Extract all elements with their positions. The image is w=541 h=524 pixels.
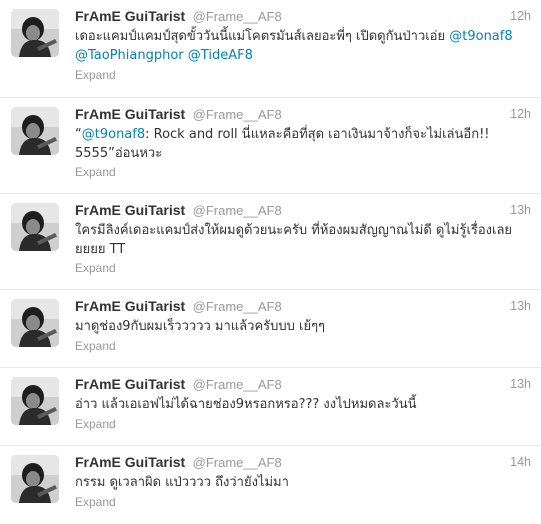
tweet-header: FrAmE GuiTarist @Frame__AF8 13h (75, 202, 531, 220)
tweet-username[interactable]: @Frame__AF8 (193, 9, 282, 24)
tweet-text-segment: เดอะแคมป์แคมป์สุดขั้ววันนี้แม่โคตรมันส์เ… (75, 29, 450, 44)
avatar[interactable] (11, 107, 59, 155)
avatar[interactable] (11, 377, 59, 425)
tweet-fullname[interactable]: FrAmE GuiTarist (75, 8, 185, 24)
tweet-text: “@t9onaf8: Rock and roll นี่แหละคือที่สุ… (75, 125, 530, 163)
tweet-header: FrAmE GuiTarist @Frame__AF8 13h (75, 376, 531, 394)
tweet-stream: FrAmE GuiTarist @Frame__AF8 12h เดอะแคมป… (0, 0, 541, 524)
tweet-username[interactable]: @Frame__AF8 (193, 377, 282, 392)
tweet-fullname[interactable]: FrAmE GuiTarist (75, 106, 185, 122)
tweet-timestamp[interactable]: 14h (510, 455, 531, 469)
tweet-timestamp[interactable]: 12h (510, 9, 531, 23)
tweet-username[interactable]: @Frame__AF8 (193, 203, 282, 218)
tweet-username[interactable]: @Frame__AF8 (193, 299, 282, 314)
tweet-item[interactable]: FrAmE GuiTarist @Frame__AF8 12h เดอะแคมป… (0, 0, 541, 98)
avatar-photo-icon (11, 455, 59, 503)
expand-link[interactable]: Expand (75, 68, 116, 82)
tweet-item[interactable]: FrAmE GuiTarist @Frame__AF8 13h มาดูช่อง… (0, 290, 541, 368)
tweet-username[interactable]: @Frame__AF8 (193, 455, 282, 470)
tweet-timestamp[interactable]: 12h (510, 107, 531, 121)
tweet-timestamp[interactable]: 13h (510, 299, 531, 313)
avatar-photo-icon (11, 377, 59, 425)
avatar[interactable] (11, 9, 59, 57)
mention-link[interactable]: @t9onaf8 (82, 127, 145, 142)
tweet-item[interactable]: FrAmE GuiTarist @Frame__AF8 12h “@t9onaf… (0, 98, 541, 194)
tweet-text: เดอะแคมป์แคมป์สุดขั้ววันนี้แม่โคตรมันส์เ… (75, 27, 530, 65)
tweet-item[interactable]: FrAmE GuiTarist @Frame__AF8 13h ใครมีลิง… (0, 194, 541, 290)
avatar[interactable] (11, 455, 59, 503)
mention-link[interactable]: @TaoPhiangphor (75, 48, 184, 63)
expand-link[interactable]: Expand (75, 339, 116, 353)
mention-link[interactable]: @t9onaf8 (449, 29, 512, 44)
tweet-header: FrAmE GuiTarist @Frame__AF8 12h (75, 106, 531, 124)
expand-link[interactable]: Expand (75, 495, 116, 509)
avatar-photo-icon (11, 299, 59, 347)
tweet-text: มาดูช่อง9กับผมเร็ววววว มาแล้วครับบบ เย้ๆ… (75, 319, 326, 334)
tweet-fullname[interactable]: FrAmE GuiTarist (75, 202, 185, 218)
expand-link[interactable]: Expand (75, 261, 116, 275)
tweet-text: ใครมีลิงค์เดอะแคมป์ส่งให้ผมดูด้วยนะครับ … (75, 223, 513, 257)
tweet-item[interactable]: FrAmE GuiTarist @Frame__AF8 13h อ่าว แล้… (0, 368, 541, 446)
expand-link[interactable]: Expand (75, 417, 116, 431)
tweet-header: FrAmE GuiTarist @Frame__AF8 14h (75, 454, 531, 472)
tweet-text: กรรม ดูเวลาผิด แป่วววว ถึงว่ายังไม่มา (75, 475, 289, 490)
mention-link[interactable]: @TideAF8 (188, 48, 253, 63)
tweet-header: FrAmE GuiTarist @Frame__AF8 13h (75, 298, 531, 316)
tweet-fullname[interactable]: FrAmE GuiTarist (75, 298, 185, 314)
tweet-fullname[interactable]: FrAmE GuiTarist (75, 454, 185, 470)
tweet-timestamp[interactable]: 13h (510, 203, 531, 217)
tweet-text-segment: “ (75, 127, 82, 142)
tweet-text: อ่าว แล้วเอเอฟไม่ได้ฉายช่อง9หรอกหรอ??? ง… (75, 397, 417, 412)
tweet-fullname[interactable]: FrAmE GuiTarist (75, 376, 185, 392)
expand-link[interactable]: Expand (75, 165, 116, 179)
tweet-header: FrAmE GuiTarist @Frame__AF8 12h (75, 8, 531, 26)
tweet-timestamp[interactable]: 13h (510, 377, 531, 391)
avatar-photo-icon (11, 203, 59, 251)
avatar-photo-icon (11, 107, 59, 155)
avatar[interactable] (11, 299, 59, 347)
avatar-photo-icon (11, 9, 59, 57)
tweet-username[interactable]: @Frame__AF8 (193, 107, 282, 122)
avatar[interactable] (11, 203, 59, 251)
tweet-item[interactable]: FrAmE GuiTarist @Frame__AF8 14h กรรม ดูเ… (0, 446, 541, 524)
